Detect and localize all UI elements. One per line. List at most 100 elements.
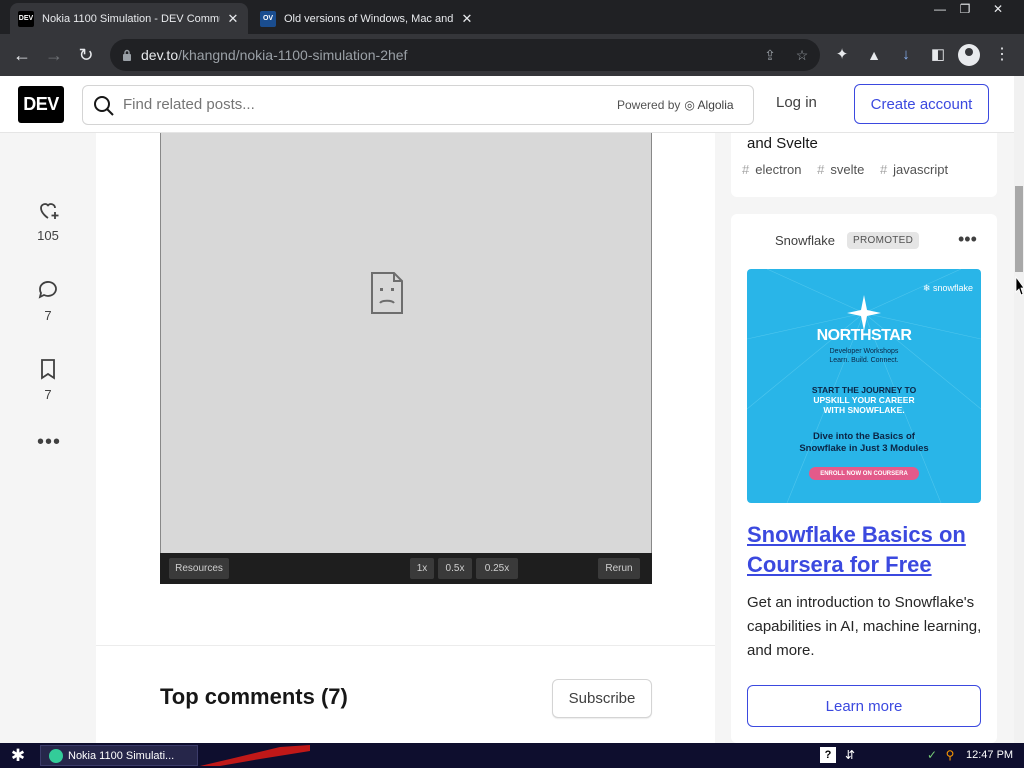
like-count: 105	[37, 228, 59, 243]
promoted-badge: PROMOTED	[847, 232, 920, 249]
url-host: dev.to	[141, 47, 179, 63]
scrollbar-thumb[interactable]	[1015, 186, 1023, 272]
lock-icon	[123, 49, 131, 61]
banner-journey-line: UPSKILL YOUR CAREER	[813, 395, 915, 405]
sponsor-name[interactable]: Snowflake	[775, 233, 835, 248]
login-link[interactable]: Log in	[776, 94, 817, 111]
share-icon[interactable]: ⇪	[760, 45, 780, 65]
close-tab-icon[interactable]: ✕	[460, 11, 474, 27]
ad-options-icon[interactable]: •••	[958, 230, 978, 248]
snowflake-logo-text: snowflake	[932, 283, 973, 293]
start-menu-icon[interactable]: ✱	[7, 746, 29, 766]
minimize-icon[interactable]: —	[926, 0, 954, 18]
browser-toolbar: ← → ↻ dev.to/khangnd/nokia-1100-simulati…	[0, 34, 1024, 76]
tab-title: Nokia 1100 Simulation - DEV Community	[42, 12, 220, 25]
comment-count: 7	[44, 308, 52, 323]
tag-label: javascript	[893, 162, 949, 177]
search-tray-icon[interactable]: ⚲	[942, 747, 958, 763]
page-scrollbar[interactable]	[1014, 76, 1024, 743]
mouse-cursor-icon	[1015, 276, 1024, 296]
comment-bubble-icon	[38, 281, 57, 299]
related-post-card[interactable]: and Svelte # electron # svelte # javascript	[731, 133, 997, 197]
tag-electron[interactable]: # electron	[742, 162, 807, 177]
back-icon[interactable]: ←	[10, 43, 34, 67]
site-header: DEV Powered by◎ Algolia Log in Create ac…	[0, 76, 1014, 133]
taskbar-window-label: Nokia 1100 Simulati...	[68, 749, 175, 762]
restore-icon[interactable]: ❐	[951, 0, 979, 18]
related-post-title[interactable]: and Svelte	[747, 135, 818, 152]
powered-by-label: Powered by	[617, 98, 681, 112]
address-bar[interactable]: dev.to/khangnd/nokia-1100-simulation-2he…	[110, 39, 820, 71]
comment-reaction[interactable]: 7	[28, 278, 68, 323]
oldversion-favicon-icon: OV	[260, 10, 276, 27]
tab-title: Old versions of Windows, Mac and Linux	[284, 12, 454, 25]
help-tray-icon[interactable]: ?	[820, 747, 836, 763]
learn-more-button[interactable]: Learn more	[747, 685, 981, 727]
snowflake-logo: ❄ snowflake	[922, 283, 973, 293]
ad-description: Get an introduction to Snowflake's capab…	[747, 594, 982, 659]
tag-label: electron	[755, 162, 802, 177]
embed-toolbar: Resources 1x 0.5x 0.25x Rerun	[160, 553, 652, 584]
tag-list: # electron # svelte # javascript	[742, 162, 960, 177]
forward-icon[interactable]: →	[42, 43, 66, 67]
browser-tab-strip: DEV Nokia 1100 Simulation - DEV Communit…	[0, 0, 1024, 34]
close-window-icon[interactable]: ✕	[984, 0, 1012, 18]
banner-enroll-button[interactable]: ENROLL NOW ON COURSERA	[809, 467, 919, 480]
algolia-logo: ◎ Algolia	[684, 98, 734, 112]
create-account-button[interactable]: Create account	[854, 84, 989, 124]
tag-javascript[interactable]: # javascript	[880, 162, 954, 177]
banner-title: NORTHSTAR	[816, 327, 912, 344]
codepen-embed-frame[interactable]	[160, 133, 652, 553]
comments-heading: Top comments (7)	[160, 684, 348, 709]
url-path: /khangnd/nokia-1100-simulation-2hef	[178, 47, 408, 63]
update-tray-icon[interactable]: ✓	[924, 747, 940, 763]
banner-journey-text: START THE JOURNEY TO UPSKILL YOUR CAREER W…	[747, 385, 981, 415]
download-icon[interactable]: ↓	[894, 43, 918, 67]
ad-title-link[interactable]: Snowflake Basics on Coursera for Free	[747, 520, 987, 580]
rerun-button[interactable]: Rerun	[598, 558, 640, 579]
search-input[interactable]	[123, 96, 603, 113]
broken-page-icon	[371, 272, 403, 314]
taskbar-clock[interactable]: 12:47 PM	[966, 749, 1013, 761]
speed-1x-button[interactable]: 1x	[410, 558, 434, 579]
network-tray-icon[interactable]: ⇵	[842, 747, 858, 763]
extensions-icon[interactable]: ✦	[830, 43, 854, 67]
chrome-app-icon	[49, 748, 63, 763]
tab-dev-community[interactable]: DEV Nokia 1100 Simulation - DEV Communit…	[10, 3, 248, 34]
lab-flask-icon[interactable]: ▲	[862, 43, 886, 67]
speed-025x-button[interactable]: 0.25x	[476, 558, 518, 579]
save-count: 7	[44, 387, 52, 402]
os-taskbar: ✱ Nokia 1100 Simulati... ? ⇵ ✓ ⚲ 12:47 P…	[0, 743, 1024, 768]
reload-icon[interactable]: ↻	[74, 43, 98, 67]
banner-journey-line: WITH SNOWFLAKE.	[823, 405, 905, 415]
dev-logo[interactable]: DEV	[18, 86, 64, 123]
banner-dive-line: Dive into the Basics of	[813, 431, 915, 442]
heart-plus-icon	[40, 203, 59, 219]
promoted-ad-card: Snowflake PROMOTED ••• ❄ snowflake NORTH…	[731, 214, 997, 743]
tag-label: svelte	[830, 162, 865, 177]
save-reaction[interactable]: 7	[28, 357, 68, 402]
menu-kebab-icon[interactable]: ⋮	[990, 43, 1014, 67]
close-tab-icon[interactable]: ✕	[226, 11, 240, 27]
powered-by-algolia[interactable]: Powered by ◎ Algolia	[617, 98, 734, 112]
banner-dive-text: Dive into the Basics of Snowflake in Just…	[747, 431, 981, 455]
tab-old-versions[interactable]: OV Old versions of Windows, Mac and Linu…	[252, 3, 482, 34]
side-panel-icon[interactable]: ◧	[926, 43, 950, 67]
like-reaction[interactable]: 105	[28, 198, 68, 243]
banner-subtitle-line: Learn. Build. Connect.	[829, 357, 899, 364]
search-box[interactable]: Powered by◎ Algolia	[82, 85, 754, 125]
profile-avatar-icon[interactable]	[958, 44, 980, 66]
speed-05x-button[interactable]: 0.5x	[438, 558, 472, 579]
banner-dive-line: Snowflake in Just 3 Modules	[799, 443, 929, 454]
banner-subtitle-line: Developer Workshops	[829, 348, 899, 355]
section-divider	[96, 645, 715, 646]
tag-svelte[interactable]: # svelte	[817, 162, 870, 177]
more-actions-icon[interactable]: •••	[37, 432, 60, 452]
bookmark-star-icon[interactable]: ☆	[792, 45, 812, 65]
taskbar-window-chrome[interactable]: Nokia 1100 Simulati...	[40, 745, 198, 766]
dev-favicon-icon: DEV	[18, 10, 34, 27]
subscribe-button[interactable]: Subscribe	[552, 679, 652, 718]
bookmark-icon	[41, 359, 55, 380]
ad-banner-image[interactable]: ❄ snowflake NORTHSTAR Developer Workshop…	[747, 269, 981, 503]
resources-button[interactable]: Resources	[169, 558, 229, 579]
